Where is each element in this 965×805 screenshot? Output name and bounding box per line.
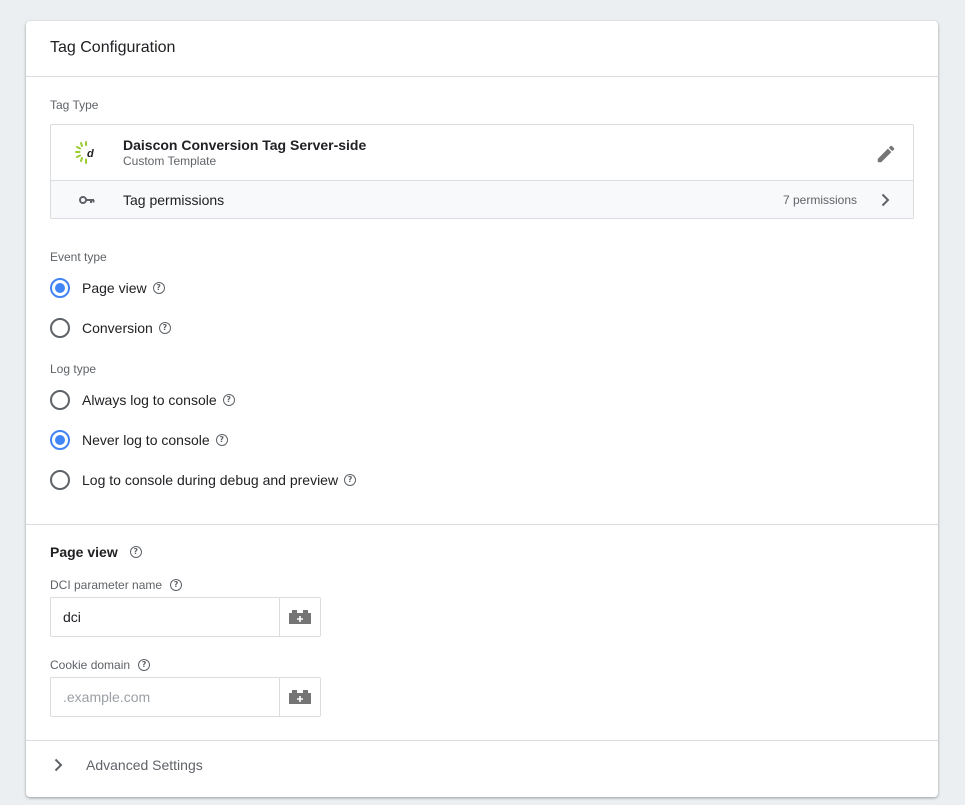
page-view-section-title: Page view ? xyxy=(50,544,142,560)
help-icon[interactable]: ? xyxy=(158,322,171,334)
svg-text:d: d xyxy=(87,148,94,160)
advanced-settings-toggle[interactable]: Advanced Settings xyxy=(50,753,203,777)
permissions-count: 7 permissions xyxy=(782,193,857,207)
tag-name: Daiscon Conversion Tag Server-side xyxy=(123,137,367,153)
radio-label: Conversion xyxy=(82,320,153,336)
field-label-text: Cookie domain xyxy=(50,658,131,672)
tag-type-box: d Daiscon Conversion Tag Server-side Cus… xyxy=(50,124,914,219)
chevron-right-icon xyxy=(881,193,890,207)
variable-brick-icon xyxy=(289,610,311,624)
help-icon[interactable]: ? xyxy=(152,282,165,294)
help-icon[interactable]: ? xyxy=(344,474,357,486)
variable-brick-icon xyxy=(289,690,311,704)
tag-type-selector[interactable]: d Daiscon Conversion Tag Server-side Cus… xyxy=(51,125,913,180)
chevron-right-icon xyxy=(54,758,63,772)
radio-button[interactable] xyxy=(50,430,70,450)
header-divider xyxy=(26,76,938,77)
advanced-settings-label: Advanced Settings xyxy=(86,757,203,773)
dci-parameter-label: DCI parameter name ? xyxy=(50,578,183,592)
help-icon[interactable]: ? xyxy=(222,394,235,406)
event-type-label: Event type xyxy=(50,250,107,264)
card-title: Tag Configuration xyxy=(50,39,176,56)
dci-parameter-field xyxy=(50,597,321,637)
advanced-divider xyxy=(26,740,938,741)
daiscon-logo-icon: d xyxy=(75,141,94,164)
tag-permissions-label: Tag permissions xyxy=(123,192,225,208)
tag-type-label: Tag Type xyxy=(50,98,99,112)
tag-subtitle: Custom Template xyxy=(123,154,217,168)
help-icon[interactable]: ? xyxy=(170,579,183,591)
radio-button[interactable] xyxy=(50,318,70,338)
page-view-title: Page view xyxy=(50,544,118,560)
field-label-text: DCI parameter name xyxy=(50,578,163,592)
key-icon xyxy=(79,196,95,204)
pencil-icon[interactable] xyxy=(875,143,897,165)
radio-label: Always log to console xyxy=(82,392,217,408)
radio-label: Log to console during debug and preview xyxy=(82,472,339,488)
radio-button[interactable] xyxy=(50,390,70,410)
help-icon[interactable]: ? xyxy=(129,546,142,558)
tag-configuration-card: Tag Configuration Tag Type d Daiscon Con… xyxy=(26,21,938,797)
radio-label: Page view xyxy=(82,280,147,296)
cookie-domain-field xyxy=(50,677,321,717)
radio-conversion[interactable]: Conversion ? xyxy=(50,316,171,340)
help-icon[interactable]: ? xyxy=(138,659,151,671)
radio-label: Never log to console xyxy=(82,432,210,448)
variable-picker-button[interactable] xyxy=(280,677,321,717)
radio-page-view[interactable]: Page view ? xyxy=(50,276,165,300)
help-icon[interactable]: ? xyxy=(215,434,228,446)
radio-always-log[interactable]: Always log to console ? xyxy=(50,388,235,412)
radio-button[interactable] xyxy=(50,470,70,490)
radio-log-debug[interactable]: Log to console during debug and preview … xyxy=(50,468,357,492)
radio-button[interactable] xyxy=(50,278,70,298)
radio-never-log[interactable]: Never log to console ? xyxy=(50,428,228,452)
cookie-domain-input[interactable] xyxy=(50,677,280,717)
tag-permissions-row[interactable]: Tag permissions 7 permissions xyxy=(51,180,913,218)
cookie-domain-label: Cookie domain ? xyxy=(50,658,151,672)
log-type-label: Log type xyxy=(50,362,97,376)
dci-parameter-input[interactable] xyxy=(50,597,280,637)
section-divider xyxy=(26,524,938,525)
variable-picker-button[interactable] xyxy=(280,597,321,637)
